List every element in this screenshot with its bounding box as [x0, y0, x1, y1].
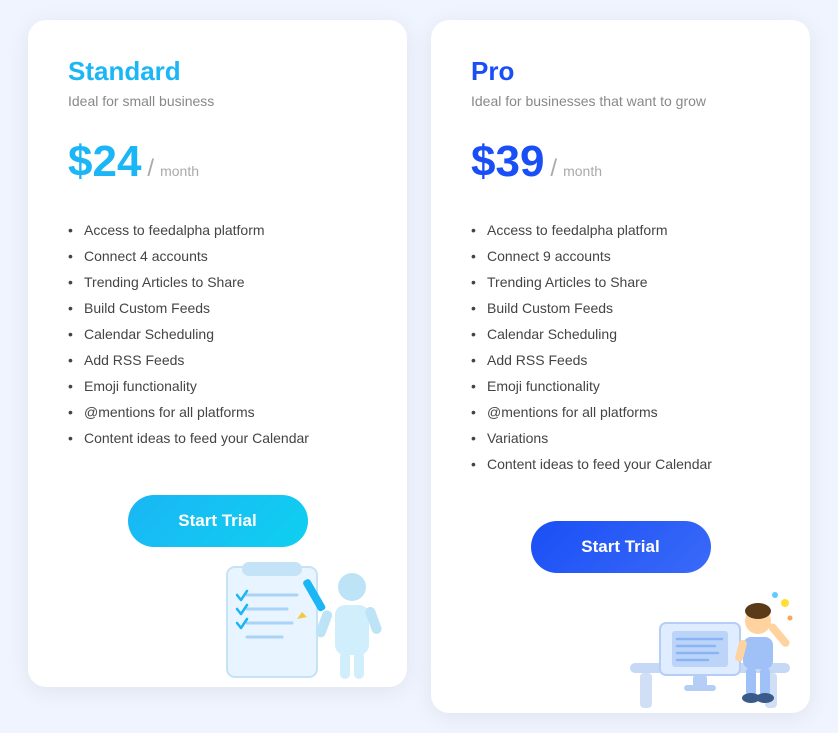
standard-price-amount: $24 — [68, 137, 141, 187]
pro-start-trial-button[interactable]: Start Trial — [531, 521, 711, 573]
standard-features-list: Access to feedalpha platform Connect 4 a… — [68, 217, 367, 451]
list-item: Emoji functionality — [471, 373, 770, 399]
standard-illustration — [28, 557, 407, 687]
list-item: Add RSS Feeds — [68, 347, 367, 373]
list-item: Connect 4 accounts — [68, 243, 367, 269]
standard-card: Standard Ideal for small business $24 / … — [28, 20, 407, 687]
pro-plan-tagline: Ideal for businesses that want to grow — [471, 93, 770, 109]
standard-price-period: month — [160, 163, 199, 179]
list-item: Access to feedalpha platform — [68, 217, 367, 243]
pro-illustration — [431, 583, 810, 713]
list-item: Build Custom Feeds — [471, 295, 770, 321]
pricing-cards-container: Standard Ideal for small business $24 / … — [0, 0, 838, 733]
list-item: @mentions for all platforms — [471, 399, 770, 425]
list-item: Trending Articles to Share — [471, 269, 770, 295]
pro-features-list: Access to feedalpha platform Connect 9 a… — [471, 217, 770, 477]
pro-price-period: month — [563, 163, 602, 179]
list-item: Content ideas to feed your Calendar — [68, 425, 367, 451]
standard-plan-name: Standard — [68, 56, 367, 87]
list-item: Add RSS Feeds — [471, 347, 770, 373]
standard-price-slash: / — [147, 155, 154, 183]
standard-start-trial-button[interactable]: Start Trial — [128, 495, 308, 547]
list-item: Trending Articles to Share — [68, 269, 367, 295]
list-item: Content ideas to feed your Calendar — [471, 451, 770, 477]
list-item: Connect 9 accounts — [471, 243, 770, 269]
pro-plan-name: Pro — [471, 56, 770, 87]
pro-price-amount: $39 — [471, 137, 544, 187]
list-item: Calendar Scheduling — [68, 321, 367, 347]
list-item: Access to feedalpha platform — [471, 217, 770, 243]
list-item: Variations — [471, 425, 770, 451]
list-item: @mentions for all platforms — [68, 399, 367, 425]
pro-price-row: $39 / month — [471, 137, 770, 187]
standard-plan-tagline: Ideal for small business — [68, 93, 367, 109]
list-item: Emoji functionality — [68, 373, 367, 399]
list-item: Build Custom Feeds — [68, 295, 367, 321]
list-item: Calendar Scheduling — [471, 321, 770, 347]
standard-price-row: $24 / month — [68, 137, 367, 187]
pro-price-slash: / — [550, 155, 557, 183]
pro-card: Pro Ideal for businesses that want to gr… — [431, 20, 810, 713]
